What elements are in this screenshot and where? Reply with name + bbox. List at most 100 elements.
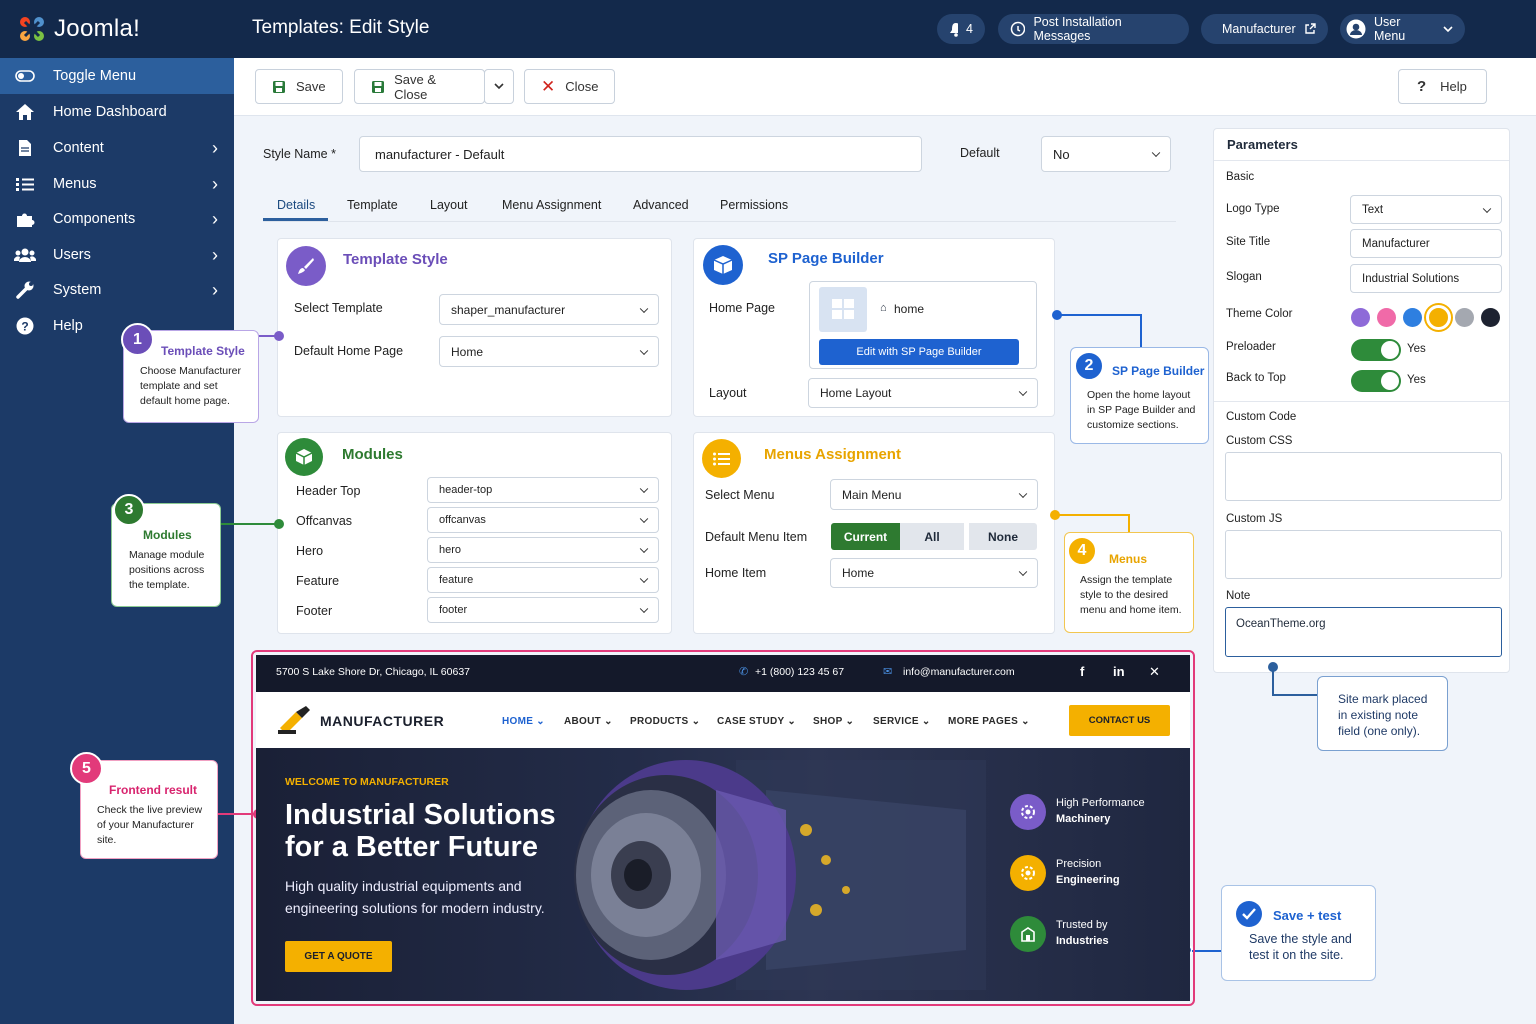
tab-details[interactable]: Details	[277, 198, 315, 212]
contact-us-button[interactable]: CONTACT US	[1069, 705, 1170, 736]
back-to-top-label: Back to Top	[1226, 372, 1286, 384]
preview-menu-service[interactable]: SERVICE ⌄	[873, 716, 931, 727]
theme-color-swatch-purple[interactable]	[1351, 308, 1370, 327]
preview-brand[interactable]: MANUFACTURER	[320, 713, 444, 729]
tab-permissions[interactable]: Permissions	[720, 198, 788, 212]
user-avatar-icon	[1346, 19, 1366, 39]
theme-color-swatch-pink[interactable]	[1377, 308, 1396, 327]
preview-menu-about[interactable]: ABOUT ⌄	[564, 716, 613, 727]
custom-css-textarea[interactable]	[1225, 452, 1502, 501]
callout-sp-builder: SP Page Builder Open the home layout in …	[1070, 347, 1209, 444]
theme-color-swatch-black[interactable]	[1481, 308, 1500, 327]
sidebar-item-toggle-menu[interactable]: Toggle Menu	[0, 58, 234, 94]
menu-label: SERVICE	[873, 716, 919, 727]
post-install-button[interactable]: Post Installation Messages	[998, 14, 1189, 44]
save-close-button[interactable]: Save & Close	[354, 69, 485, 104]
sidebar-item-content[interactable]: Content ›	[0, 130, 234, 166]
sidebar-item-label: Users	[53, 247, 91, 263]
segment-current[interactable]: Current	[831, 523, 900, 550]
x-twitter-icon[interactable]: ✕	[1149, 664, 1160, 680]
preview-phone[interactable]: +1 (800) 123 45 67	[755, 666, 844, 678]
tab-layout[interactable]: Layout	[430, 198, 468, 212]
preview-menu-home[interactable]: HOME ⌄	[502, 716, 545, 727]
envelope-icon: ✉	[883, 666, 893, 678]
help-button[interactable]: ? Help	[1398, 69, 1487, 104]
joomla-logo-icon	[20, 17, 44, 41]
external-link-icon	[1304, 23, 1316, 34]
theme-color-swatch-yellow-selected[interactable]	[1426, 305, 1451, 330]
preview-menu-products[interactable]: PRODUCTS ⌄	[630, 716, 700, 727]
sidebar-item-menus[interactable]: Menus ›	[0, 166, 234, 202]
linkedin-icon[interactable]: in	[1113, 664, 1125, 679]
preview-menu-shop[interactable]: SHOP ⌄	[813, 716, 854, 727]
preview-menu-more-pages[interactable]: MORE PAGES ⌄	[948, 716, 1030, 727]
notifications-button[interactable]: 4	[937, 14, 985, 44]
layout-select[interactable]: Home Layout	[808, 378, 1038, 408]
select-template-select[interactable]: shaper_manufacturer	[439, 294, 659, 325]
site-mark-line-2: in existing note	[1338, 708, 1419, 722]
cube-icon	[703, 245, 743, 285]
style-name-input[interactable]: manufacturer - Default	[359, 136, 922, 172]
theme-color-swatch-blue[interactable]	[1403, 308, 1422, 327]
module-select-hero[interactable]: hero	[427, 537, 659, 563]
connector-line	[1055, 514, 1129, 516]
segment-all[interactable]: All	[900, 523, 964, 550]
basic-heading: Basic	[1226, 171, 1255, 183]
home-item-label: Home Item	[705, 566, 767, 580]
segment-none[interactable]: None	[969, 523, 1037, 550]
save-dropdown-toggle[interactable]	[484, 69, 514, 104]
site-mark-callout: Site mark placed in existing note field …	[1317, 676, 1448, 751]
home-item-select[interactable]: Home	[830, 558, 1038, 588]
module-select-offcanvas[interactable]: offcanvas	[427, 507, 659, 533]
preview-address: 5700 S Lake Shore Dr, Chicago, IL 60637	[276, 666, 470, 678]
turbine-image	[574, 760, 986, 990]
sidebar-item-components[interactable]: Components ›	[0, 201, 234, 237]
callout-desc-line: Assign the template	[1080, 574, 1173, 586]
callout-desc-line: Open the home layout	[1087, 389, 1191, 401]
logo-type-select[interactable]: Text	[1350, 195, 1502, 224]
tab-menu-assignment[interactable]: Menu Assignment	[502, 198, 601, 212]
template-style-card	[277, 238, 672, 417]
preview-email[interactable]: info@manufacturer.com	[903, 666, 1015, 678]
note-textarea[interactable]: OceanTheme.org	[1225, 607, 1502, 657]
callout-number: 5	[70, 752, 103, 785]
menus-assignment-title: Menus Assignment	[764, 446, 901, 463]
tab-advanced[interactable]: Advanced	[633, 198, 689, 212]
callout-title: SP Page Builder	[1112, 364, 1205, 378]
preloader-toggle[interactable]	[1351, 339, 1401, 361]
close-label: Close	[565, 79, 599, 94]
hero-headline-2: for a Better Future	[285, 831, 538, 863]
callout-title: Template Style	[161, 344, 245, 358]
default-home-select[interactable]: Home	[439, 336, 659, 367]
select-menu-select[interactable]: Main Menu	[830, 479, 1038, 510]
joomla-logo[interactable]: Joomla!	[0, 0, 234, 58]
edit-sp-builder-button[interactable]: Edit with SP Page Builder	[819, 339, 1019, 365]
module-select-feature[interactable]: feature	[427, 567, 659, 593]
close-button[interactable]: ✕ Close	[524, 69, 615, 104]
sidebar-item-system[interactable]: System ›	[0, 272, 234, 308]
theme-color-swatch-gray[interactable]	[1455, 308, 1474, 327]
sidebar-item-users[interactable]: Users ›	[0, 237, 234, 273]
default-select[interactable]: No	[1041, 136, 1171, 172]
custom-js-textarea[interactable]	[1225, 530, 1502, 579]
callout-title: Modules	[143, 528, 192, 542]
get-quote-button[interactable]: GET A QUOTE	[285, 941, 392, 972]
facebook-icon[interactable]: f	[1080, 664, 1084, 679]
back-to-top-toggle[interactable]	[1351, 370, 1401, 392]
sidebar-item-home-dashboard[interactable]: Home Dashboard	[0, 94, 234, 130]
connector-line	[1272, 694, 1318, 696]
site-title-input[interactable]: Manufacturer	[1350, 229, 1502, 258]
site-link-button[interactable]: Manufacturer	[1201, 14, 1328, 44]
house-icon: ⌂	[880, 302, 887, 314]
frontend-preview: 5700 S Lake Shore Dr, Chicago, IL 60637 …	[256, 655, 1190, 1001]
user-menu-button[interactable]: User Menu	[1340, 14, 1465, 44]
save-icon	[372, 80, 384, 93]
module-select-header-top[interactable]: header-top	[427, 477, 659, 503]
parameters-panel: Parameters Basic Logo Type Text Site Tit…	[1213, 128, 1510, 673]
tab-template[interactable]: Template	[347, 198, 398, 212]
slogan-input[interactable]: Industrial Solutions	[1350, 264, 1502, 293]
preview-menu-case-study[interactable]: CASE STUDY ⌄	[717, 716, 796, 727]
save-button[interactable]: Save	[255, 69, 343, 104]
module-select-footer[interactable]: footer	[427, 597, 659, 623]
feature-3-line-1: Trusted by	[1056, 919, 1108, 931]
